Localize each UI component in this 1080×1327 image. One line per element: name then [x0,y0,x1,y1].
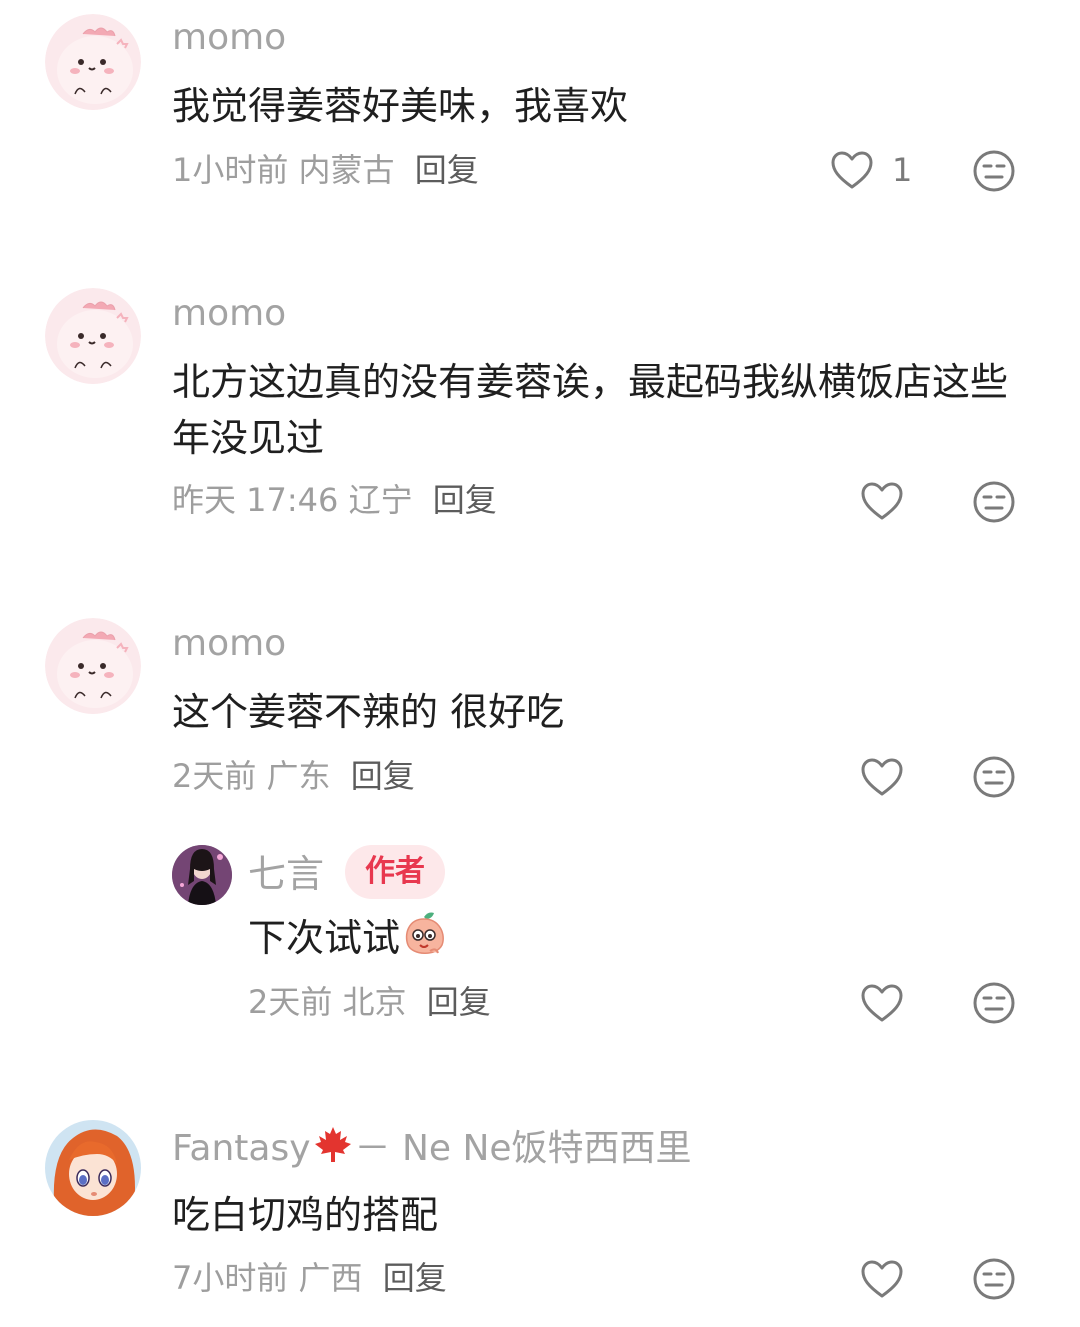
comment-author[interactable]: momo [172,622,286,666]
reply-button[interactable]: 回复 [427,983,491,1021]
avatar[interactable] [45,618,141,714]
reply-button[interactable]: 回复 [351,757,415,795]
heart-outline-icon [860,1259,904,1299]
author-avatar[interactable] [172,845,232,905]
comment-text: 北方这边真的没有姜蓉诶，最起码我纵横饭店这些年没见过 [172,360,1009,460]
comment-location: 北京 [342,983,407,1021]
peach-face-emoji [405,912,444,954]
heart-outline-icon [830,150,874,190]
dislike-button[interactable] [972,755,1016,803]
maple-leaf-icon [314,1127,351,1162]
comment-location: 内蒙古 [298,151,395,189]
reply-text: 下次试试 [248,910,1008,966]
comment-time: 2天前 [248,983,333,1021]
dislike-button[interactable] [972,1257,1016,1305]
comment-location: 广西 [298,1259,363,1297]
neutral-face-icon [972,480,1016,524]
neutral-face-icon [972,755,1016,799]
comment-meta: 2天前 广东 回复 [172,756,415,796]
heart-outline-icon [860,983,904,1023]
like-button[interactable] [860,1259,904,1299]
like-button[interactable] [860,983,904,1023]
avatar[interactable] [45,288,141,384]
reply-button[interactable]: 回复 [415,151,479,189]
dislike-button[interactable] [972,149,1016,197]
like-button[interactable] [860,481,904,521]
neutral-face-icon [972,1257,1016,1301]
author-name-suffix: － Ne Ne饭特西西里 [354,1128,692,1169]
comment-text: 这个姜蓉不辣的 很好吃 [172,690,565,734]
comment-meta: 昨天 17:46 辽宁 回复 [172,480,497,520]
comment-location: 辽宁 [348,481,413,519]
author-name-prefix: Fantasy [172,1128,311,1169]
comment-author[interactable]: Fantasy － Ne Ne饭特西西里 [172,1124,692,1171]
heart-outline-icon [860,757,904,797]
heart-outline-icon [860,481,904,521]
like-button[interactable]: 1 [830,150,912,190]
author-badge: 作者 [345,845,445,899]
comment-time: 7小时前 [172,1259,289,1297]
comment-author[interactable]: momo [172,16,286,60]
dislike-button[interactable] [972,480,1016,528]
comment-time: 昨天 17:46 [172,481,339,519]
reply-author[interactable]: 七言 [248,852,324,896]
comment-text: 我觉得姜蓉好美味，我喜欢 [172,84,629,128]
comment-location: 广东 [266,757,331,795]
reply-text-content: 下次试试 [248,916,401,960]
comment-author[interactable]: momo [172,292,286,336]
comment-text: 吃白切鸡的搭配 [172,1193,439,1237]
dislike-button[interactable] [972,981,1016,1029]
avatar[interactable] [45,14,141,110]
comment-meta: 1小时前 内蒙古 回复 [172,150,479,190]
like-button[interactable] [860,757,904,797]
reply-button[interactable]: 回复 [383,1259,447,1297]
comment-meta: 7小时前 广西 回复 [172,1258,447,1298]
comment-time: 2天前 [172,757,257,795]
neutral-face-icon [972,981,1016,1025]
comment-time: 1小时前 [172,151,289,189]
reply-meta: 2天前 北京 回复 [248,982,491,1022]
like-count: 1 [892,151,913,189]
reply-button[interactable]: 回复 [433,481,497,519]
neutral-face-icon [972,149,1016,193]
avatar[interactable] [45,1120,141,1216]
